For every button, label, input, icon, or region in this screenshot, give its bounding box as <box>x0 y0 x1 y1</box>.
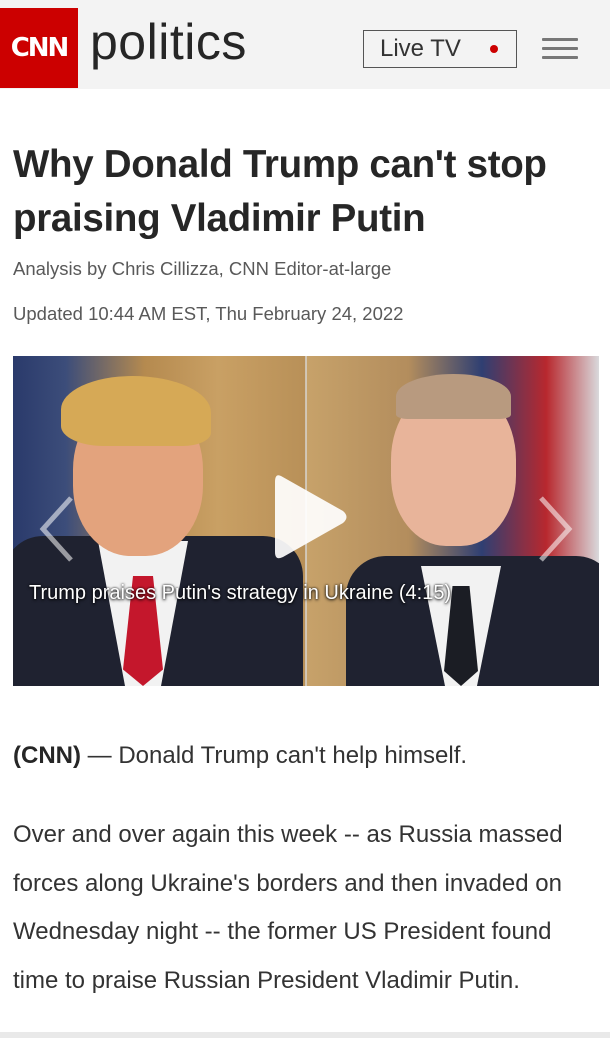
chevron-right-icon[interactable] <box>535 494 575 564</box>
top-navigation-bar: CNN politics Live TV <box>0 0 610 89</box>
article-headline: Why Donald Trump can't stop praising Vla… <box>13 143 547 240</box>
play-icon[interactable] <box>271 470 351 564</box>
lead-text: — Donald Trump can't help himself. <box>80 742 468 769</box>
live-tv-label: Live TV <box>380 35 461 62</box>
video-caption[interactable]: Trump praises Putin's strategy in Ukrain… <box>29 582 451 605</box>
video-player[interactable]: Trump praises Putin's strategy in Ukrain… <box>13 356 599 686</box>
menu-icon[interactable] <box>542 38 578 64</box>
section-title[interactable]: politics <box>90 12 247 72</box>
chevron-left-icon[interactable] <box>37 494 77 564</box>
live-tv-button[interactable]: Live TV <box>363 30 517 68</box>
article-timestamp: Updated 10:44 AM EST, Thu February 24, 2… <box>13 303 404 324</box>
live-indicator-icon <box>490 45 498 53</box>
article-paragraph: Over and over again this week -- as Russ… <box>13 821 563 994</box>
source-label: (CNN) <box>13 742 81 769</box>
article-byline[interactable]: Analysis by Chris Cillizza, CNN Editor-a… <box>13 258 391 280</box>
article-lead: (CNN) — Donald Trump can't help himself. <box>13 741 598 771</box>
cnn-logo[interactable]: CNN <box>0 8 78 88</box>
page-bottom-edge <box>0 1032 610 1038</box>
